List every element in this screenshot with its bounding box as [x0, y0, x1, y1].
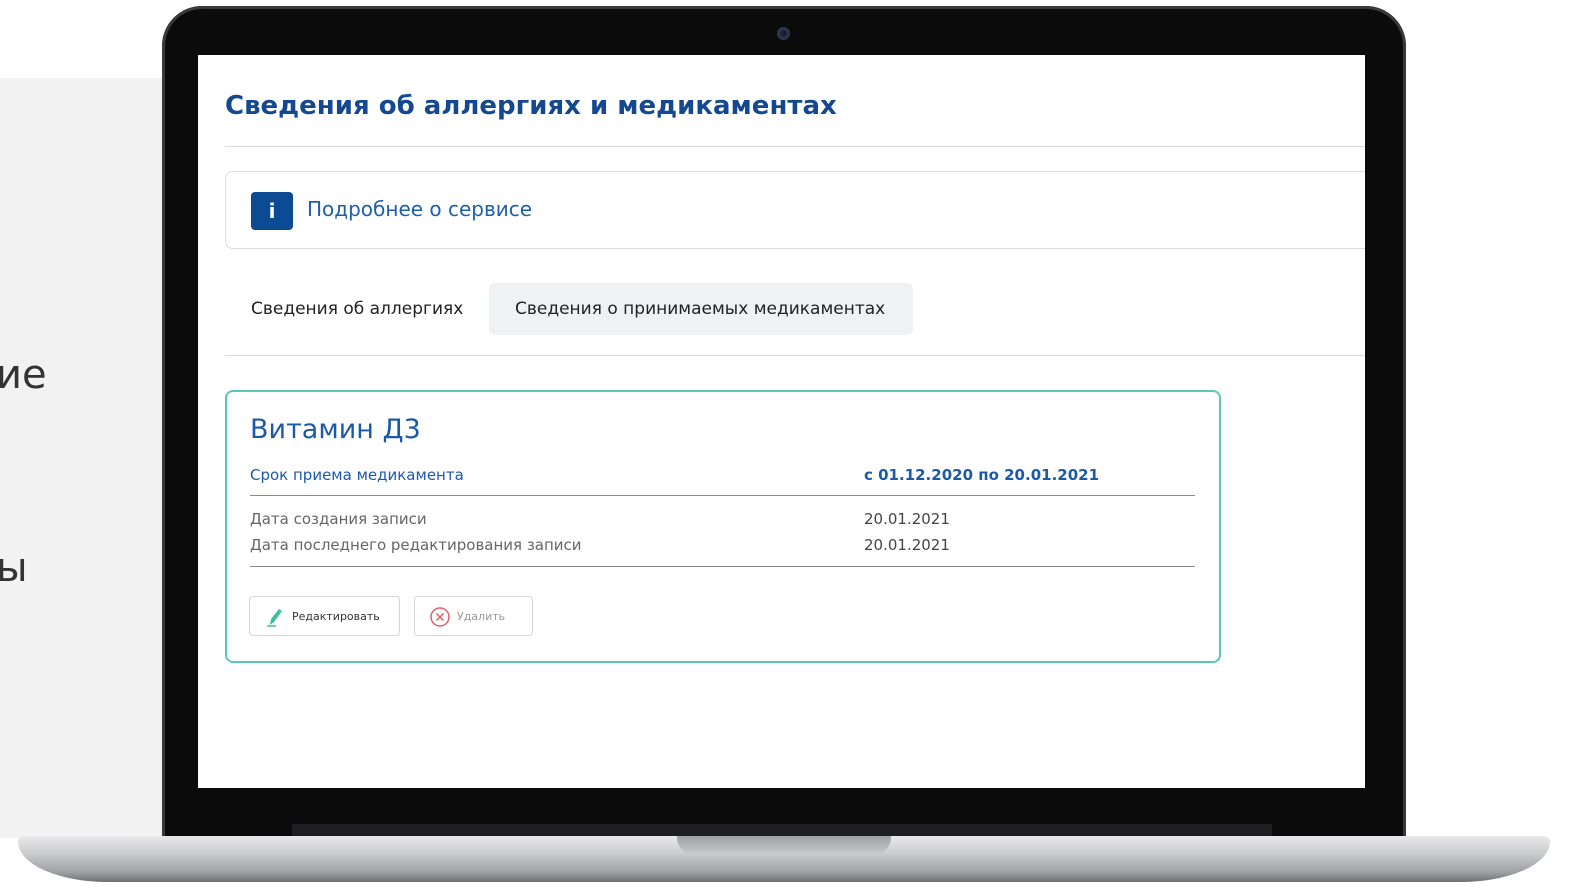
medication-name: Витамин Д3 — [250, 414, 421, 445]
edited-date-label: Дата последнего редактирования записи — [250, 536, 582, 554]
divider — [225, 146, 1365, 147]
edited-date-value: 20.01.2021 — [864, 536, 950, 554]
page-title: Сведения об аллергиях и медикаментах — [225, 91, 837, 121]
divider — [250, 495, 1195, 496]
camera-icon — [777, 27, 790, 40]
pencil-icon — [264, 606, 286, 628]
medication-card: Витамин Д3 Срок приема медикамента с 01.… — [225, 390, 1221, 663]
service-info-link[interactable]: Подробнее о сервисе — [307, 197, 532, 221]
tab-allergies[interactable]: Сведения об аллергиях — [225, 283, 487, 335]
service-info-banner[interactable]: i Подробнее о сервисе — [225, 171, 1365, 249]
divider — [225, 355, 1365, 356]
created-date-label: Дата создания записи — [250, 510, 427, 528]
info-icon: i — [251, 192, 293, 230]
laptop-notch — [677, 836, 891, 854]
edit-button[interactable]: Редактировать — [249, 596, 400, 636]
edit-button-label: Редактировать — [292, 610, 380, 623]
close-circle-icon — [429, 606, 451, 628]
laptop-screen: Сведения об аллергиях и медикаментах i П… — [198, 55, 1365, 788]
divider — [250, 566, 1195, 567]
tab-medications[interactable]: Сведения о принимаемых медикаментах — [489, 283, 913, 335]
intake-period-label: Срок приема медикамента — [250, 466, 464, 484]
intake-period-value: с 01.12.2020 по 20.01.2021 — [864, 466, 1100, 484]
delete-button[interactable]: Удалить — [414, 596, 533, 636]
background-text-fragment: ие — [0, 352, 47, 398]
created-date-value: 20.01.2021 — [864, 510, 950, 528]
delete-button-label: Удалить — [457, 610, 506, 623]
background-text-fragment: ы — [0, 545, 28, 591]
